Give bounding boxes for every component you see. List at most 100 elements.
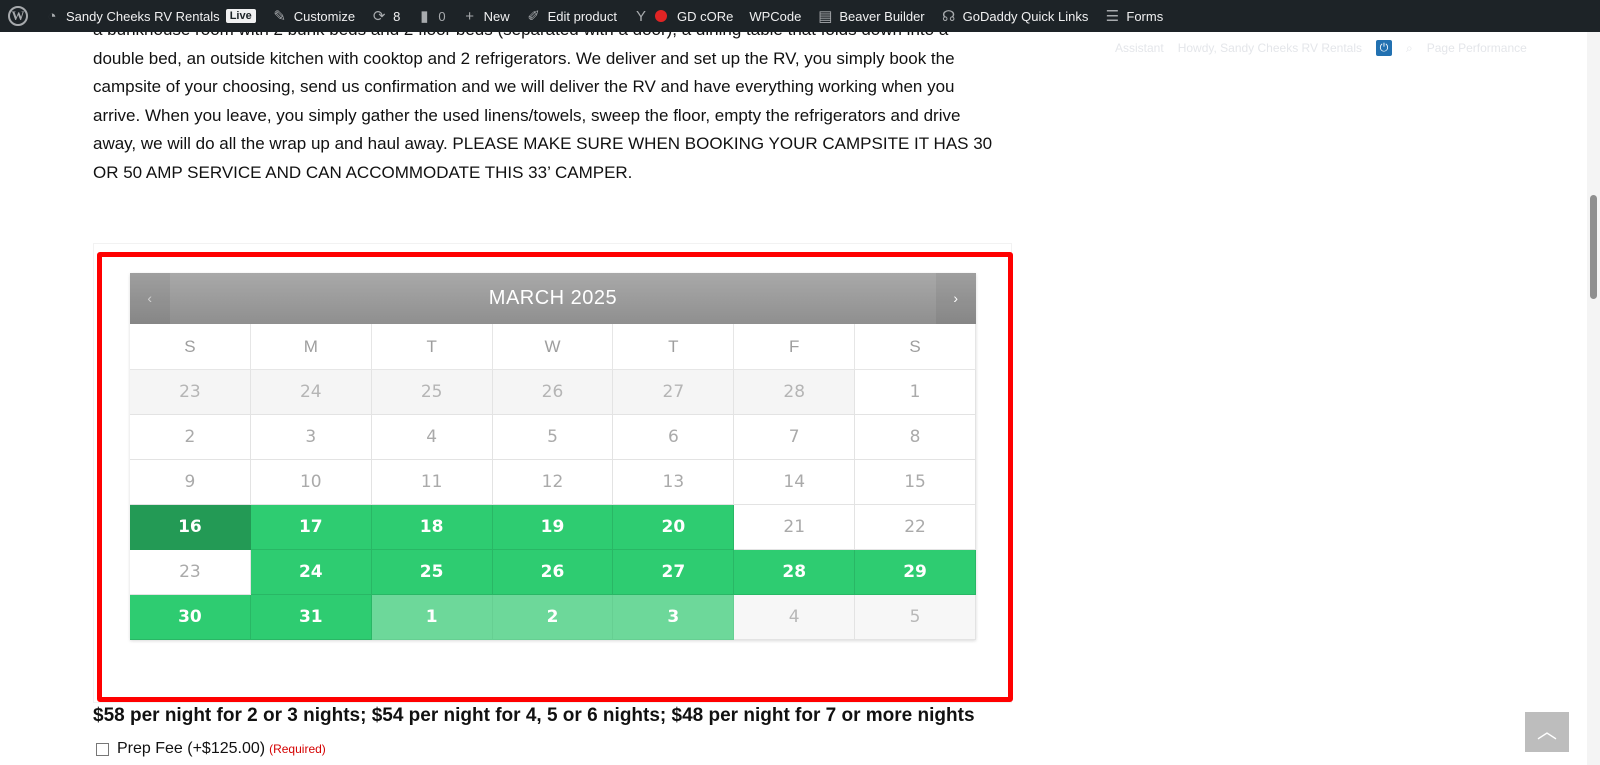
back-to-top-button[interactable]: ︿ <box>1525 712 1569 752</box>
forms-menu[interactable]: ☰ Forms <box>1096 0 1171 32</box>
calendar-day: 12 <box>492 460 614 505</box>
calendar-day: 25 <box>371 370 493 415</box>
dashboard-icon: ◔ <box>47 7 57 25</box>
calendar-day[interactable]: 20 <box>613 505 735 550</box>
site-name-menu[interactable]: ◔ Sandy Cheeks RV Rentals Live <box>36 0 264 32</box>
calendar-day[interactable]: 1 <box>371 595 493 640</box>
beaver-builder-link[interactable]: ▤ Beaver Builder <box>809 0 932 32</box>
customize-link[interactable]: ✎ Customize <box>264 0 363 32</box>
calendar-day[interactable]: 31 <box>250 595 372 640</box>
calendar-day: 5 <box>855 595 976 640</box>
new-content-menu[interactable]: + New <box>454 0 518 32</box>
admin-bar: W ◔ Sandy Cheeks RV Rentals Live ✎ Custo… <box>0 0 1600 32</box>
calendar-header: ‹ MARCH 2025 › <box>130 273 976 324</box>
wordpress-menu[interactable]: W <box>0 0 36 32</box>
description-line: away, we will do all the wrap up and hau… <box>93 134 993 153</box>
calendar-day: 2 <box>130 415 251 460</box>
weekday-header: S <box>855 324 976 370</box>
calendar-day: 1 <box>855 370 976 415</box>
calendar-day: 11 <box>371 460 493 505</box>
next-month-button[interactable]: › <box>936 273 976 324</box>
calendar-day: 23 <box>130 550 251 595</box>
updates-link[interactable]: ⟳ 8 <box>363 0 408 32</box>
description-line: arrive. When you leave, you simply gathe… <box>93 105 961 125</box>
calendar-day: 14 <box>734 460 856 505</box>
calendar-day: 4 <box>734 595 856 640</box>
scrollbar-thumb[interactable] <box>1590 195 1597 299</box>
calendar-day[interactable]: 19 <box>492 505 614 550</box>
calendar-day: 13 <box>613 460 735 505</box>
wpcode-menu[interactable]: WPCode <box>741 0 809 32</box>
prep-fee-option[interactable]: Prep Fee (+$125.00) (Required) <box>96 740 326 758</box>
brush-icon: ✎ <box>273 8 286 25</box>
product-description: a bunkhouse room with 2 bunk beds and 2 … <box>93 16 998 187</box>
godaddy-links-label: GoDaddy Quick Links <box>962 8 1089 24</box>
godaddy-icon: ☊ <box>941 8 956 25</box>
calendar-day: 23 <box>130 370 251 415</box>
site-name: Sandy Cheeks RV Rentals <box>66 8 220 24</box>
scrollbar-track[interactable] <box>1587 32 1600 765</box>
yoast-menu[interactable]: Y GD cORe <box>625 0 741 32</box>
calendar-day: 8 <box>855 415 976 460</box>
comments-count: 0 <box>438 8 446 24</box>
comment-icon: ▮ <box>420 8 429 25</box>
weekday-header: T <box>371 324 493 370</box>
page-performance-link[interactable]: Page Performance <box>1427 41 1527 55</box>
calendar-day[interactable]: 27 <box>613 550 735 595</box>
calendar-day: 9 <box>130 460 251 505</box>
calendar-day[interactable]: 18 <box>371 505 493 550</box>
calendar-day[interactable]: 16 <box>130 505 251 550</box>
updates-icon: ⟳ <box>372 8 386 25</box>
layout-icon: ▤ <box>818 8 833 25</box>
edit-product-label: Edit product <box>547 8 617 24</box>
calendar-day[interactable]: 2 <box>492 595 614 640</box>
edit-product-link[interactable]: ✐ Edit product <box>518 0 625 32</box>
forms-icon: ☰ <box>1105 8 1120 25</box>
weekday-header: F <box>734 324 856 370</box>
godaddy-links-menu[interactable]: ☊ GoDaddy Quick Links <box>933 0 1097 32</box>
pencil-icon: ✐ <box>527 8 540 25</box>
calendar-day[interactable]: 25 <box>371 550 493 595</box>
calendar-day: 6 <box>613 415 735 460</box>
customize-label: Customize <box>293 8 356 24</box>
howdy-user-menu[interactable]: Howdy, Sandy Cheeks RV Rentals <box>1178 41 1362 55</box>
calendar-day[interactable]: 26 <box>492 550 614 595</box>
yoast-icon: Y <box>635 7 646 25</box>
power-icon[interactable]: ⏻ <box>1376 40 1392 56</box>
comments-link[interactable]: ▮ 0 <box>408 0 453 32</box>
pricing-text: $58 per night for 2 or 3 nights; $54 per… <box>93 705 975 726</box>
required-marker: (Required) <box>269 742 326 756</box>
calendar-day[interactable]: 30 <box>130 595 251 640</box>
search-icon[interactable]: ⌕ <box>1406 41 1413 56</box>
updates-count: 8 <box>393 8 401 24</box>
calendar-day: 4 <box>371 415 493 460</box>
secondary-admin-bar: Assistant Howdy, Sandy Cheeks RV Rentals… <box>1115 40 1527 56</box>
wordpress-logo-icon: W <box>8 6 28 26</box>
calendar-day[interactable]: 17 <box>250 505 372 550</box>
description-line: double bed, an outside kitchen with cook… <box>93 48 955 68</box>
calendar-grid: S M T W T F S 23 24 25 26 27 28 1 2 3 4 5 6 7 8 9 10 11 12 13 14 15… <box>130 324 976 640</box>
calendar-day: 26 <box>492 370 614 415</box>
prev-month-button[interactable]: ‹ <box>130 273 170 324</box>
description-text: a bunkhouse room with 2 bunk beds and 2 … <box>93 16 998 187</box>
calendar-day: 15 <box>855 460 976 505</box>
plus-icon: + <box>465 7 474 25</box>
calendar-day: 21 <box>734 505 856 550</box>
calendar-day: 28 <box>734 370 856 415</box>
description-line: campsite of your choosing, send us confi… <box>93 77 955 96</box>
forms-label: Forms <box>1126 8 1164 24</box>
calendar-day[interactable]: 28 <box>734 550 856 595</box>
gd-core-label: GD cORe <box>676 8 734 24</box>
calendar-day: 3 <box>250 415 372 460</box>
beaver-builder-label: Beaver Builder <box>839 8 925 24</box>
weekday-header: W <box>492 324 614 370</box>
calendar-day: 27 <box>613 370 735 415</box>
seo-status-dot <box>654 10 667 22</box>
calendar-day[interactable]: 3 <box>613 595 735 640</box>
weekday-header: M <box>250 324 372 370</box>
prep-fee-checkbox[interactable] <box>96 742 109 756</box>
calendar-day[interactable]: 24 <box>250 550 372 595</box>
weekday-header: S <box>130 324 251 370</box>
calendar-day[interactable]: 29 <box>855 550 976 595</box>
assistant-link[interactable]: Assistant <box>1115 41 1164 55</box>
